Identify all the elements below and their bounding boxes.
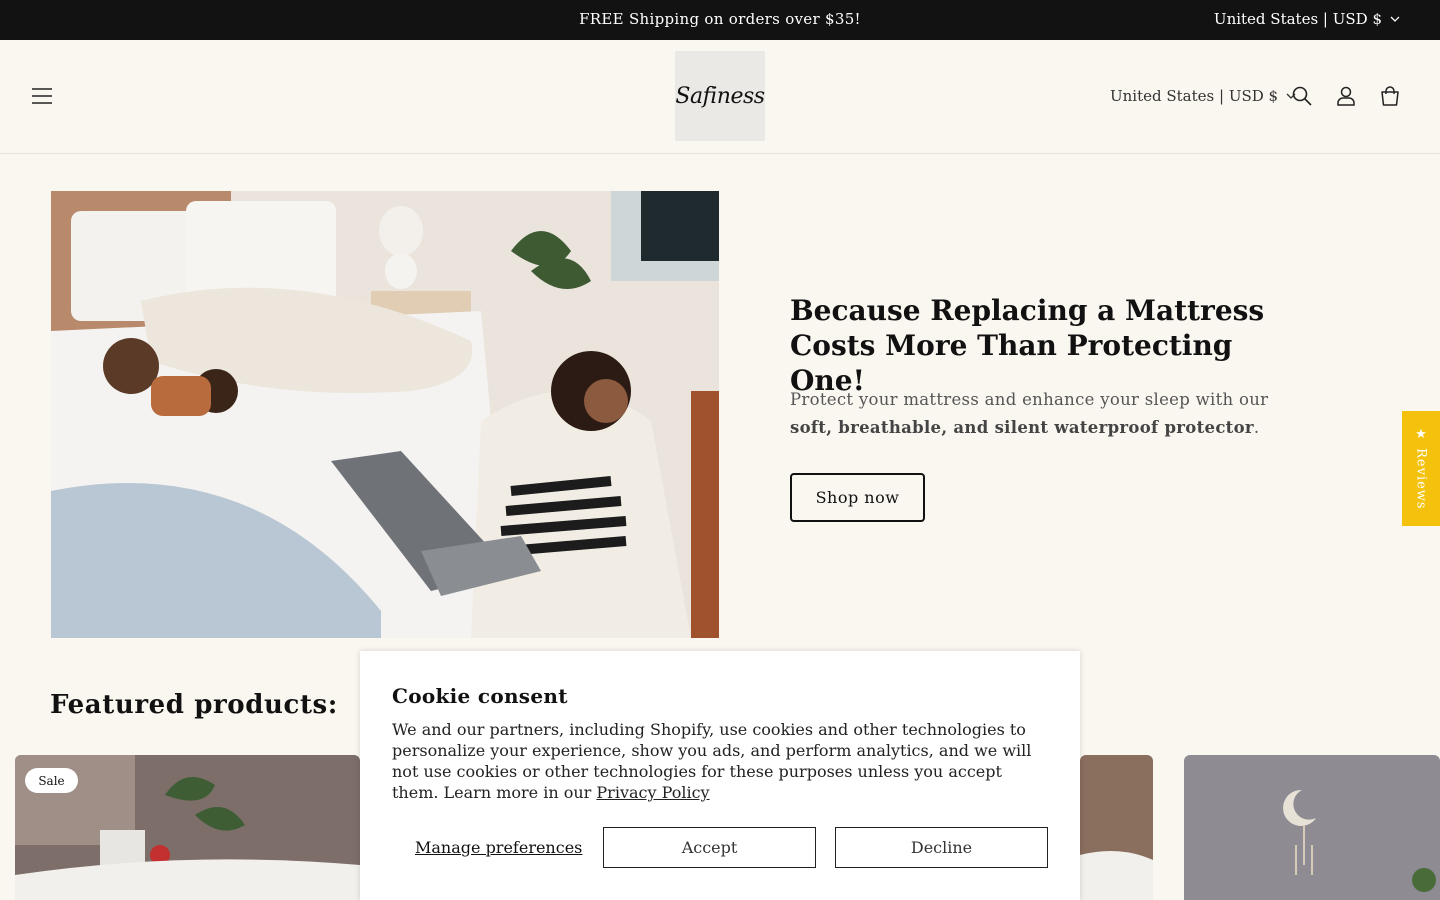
hero-text-end: . bbox=[1253, 418, 1260, 437]
top-locale-selector[interactable]: United States | USD $ bbox=[1214, 10, 1400, 28]
hero-text-highlight: soft, breathable, and silent waterproof … bbox=[790, 418, 1254, 437]
decline-button[interactable]: Decline bbox=[835, 827, 1048, 868]
cookie-consent-dialog: Cookie consent We and our partners, incl… bbox=[360, 651, 1080, 900]
privacy-policy-link[interactable]: Privacy Policy bbox=[596, 783, 709, 802]
reviews-tab[interactable]: ★ Reviews bbox=[1402, 411, 1440, 526]
hero-description: Protect your mattress and enhance your s… bbox=[790, 386, 1290, 442]
announcement-bar: FREE Shipping on orders over $35! United… bbox=[0, 0, 1440, 40]
search-button[interactable] bbox=[1288, 82, 1316, 110]
shop-now-button[interactable]: Shop now bbox=[790, 473, 925, 522]
cookie-body: We and our partners, including Shopify, … bbox=[392, 719, 1052, 803]
reviews-tab-label: ★ Reviews bbox=[1413, 427, 1429, 510]
top-locale-label: United States | USD $ bbox=[1213, 10, 1382, 28]
menu-button[interactable] bbox=[26, 80, 58, 112]
cart-icon bbox=[1381, 86, 1399, 106]
hero-title: Because Replacing a Mattress Costs More … bbox=[790, 294, 1265, 397]
cookie-title: Cookie consent bbox=[392, 684, 568, 708]
header-locale-label: United States | USD $ bbox=[1110, 87, 1279, 105]
hero-text-intro: Protect your mattress and enhance your s… bbox=[790, 390, 1269, 409]
header-locale-selector[interactable]: United States | USD $ bbox=[1110, 87, 1296, 105]
hero-image bbox=[51, 191, 719, 638]
chevron-down-icon bbox=[1390, 16, 1400, 22]
search-icon bbox=[1292, 86, 1312, 106]
sale-badge: Sale bbox=[25, 768, 78, 793]
featured-heading: Featured products: bbox=[50, 690, 338, 720]
cart-button[interactable] bbox=[1376, 82, 1404, 110]
cookie-body-text: We and our partners, including Shopify, … bbox=[392, 720, 1032, 802]
site-header: Safiness United States | USD $ bbox=[0, 40, 1440, 154]
manage-preferences-link[interactable]: Manage preferences bbox=[415, 838, 582, 857]
account-button[interactable] bbox=[1332, 82, 1360, 110]
menu-icon bbox=[32, 88, 52, 104]
product-card[interactable] bbox=[1080, 755, 1153, 900]
accept-button[interactable]: Accept bbox=[603, 827, 816, 868]
site-logo[interactable]: Safiness bbox=[675, 51, 765, 141]
product-card[interactable] bbox=[1184, 755, 1440, 900]
account-icon bbox=[1337, 86, 1355, 106]
